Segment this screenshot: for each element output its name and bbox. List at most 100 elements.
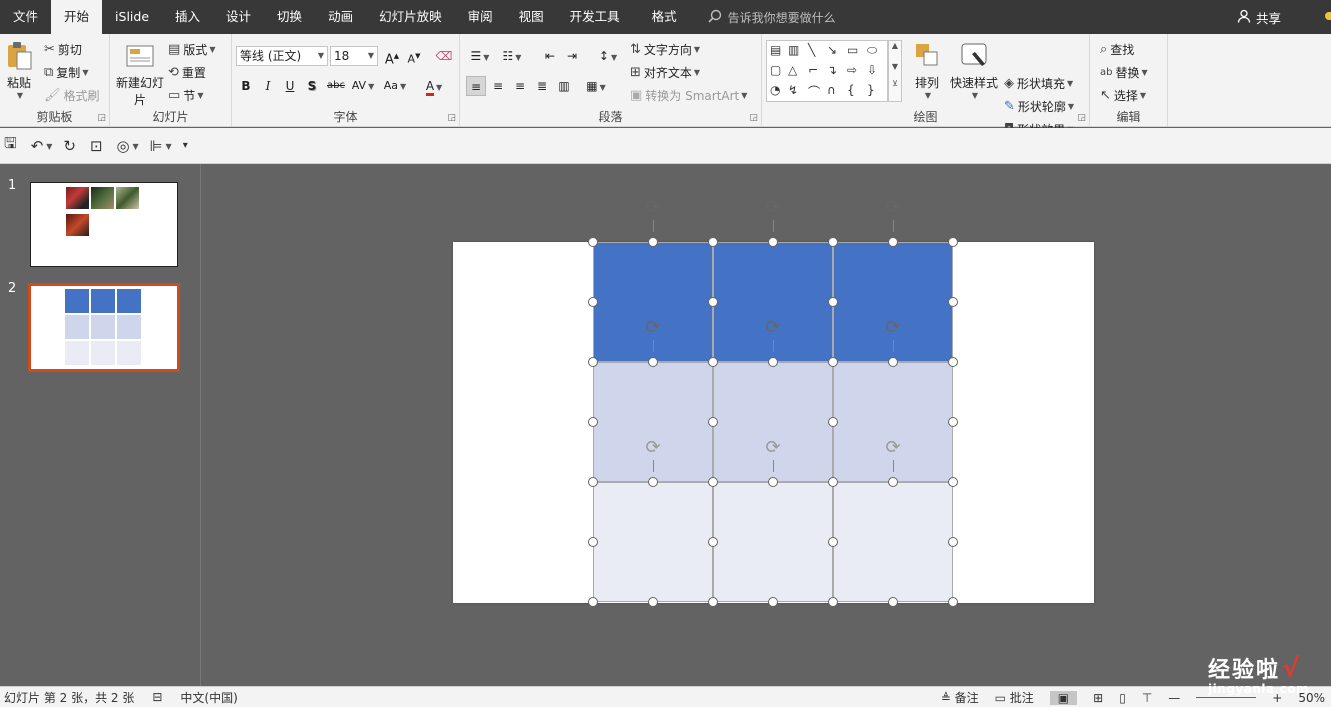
resize-handle[interactable] [648, 477, 658, 487]
tab-developer[interactable]: 开发工具 [557, 0, 633, 34]
rotate-handle-icon[interactable]: ⟳ [762, 317, 784, 339]
resize-handle[interactable] [888, 237, 898, 247]
customize-qat-icon[interactable]: ▾ [183, 140, 188, 151]
align-left-icon[interactable]: ≡ [466, 76, 486, 96]
resize-handle[interactable] [648, 237, 658, 247]
quick-styles-button[interactable]: 快速样式 ▼ [948, 40, 1000, 100]
resize-handle[interactable] [708, 477, 718, 487]
resize-handle[interactable] [948, 477, 958, 487]
clipboard-launcher-icon[interactable]: ◲ [97, 113, 106, 123]
resize-handle[interactable] [768, 357, 778, 367]
slideshow-view-icon[interactable]: ⊤ [1142, 691, 1152, 705]
rotate-handle-icon[interactable]: ⟳ [642, 197, 664, 219]
line-shape-icon[interactable]: ╲ [808, 43, 815, 57]
font-launcher-icon[interactable]: ◲ [447, 113, 456, 123]
resize-handle[interactable] [948, 597, 958, 607]
right-brace-shape-icon[interactable]: } [867, 83, 875, 97]
reading-view-icon[interactable]: ▯ [1119, 691, 1126, 705]
resize-handle[interactable] [828, 237, 838, 247]
bold-button[interactable]: B [236, 76, 256, 96]
grid-rectangle[interactable] [833, 482, 953, 602]
arc-shape-icon[interactable]: ⌒ [808, 83, 820, 100]
notes-button[interactable]: ≜ 备注 [941, 689, 979, 706]
align-right-icon[interactable]: ≡ [510, 76, 530, 96]
resize-handle[interactable] [768, 237, 778, 247]
resize-handle[interactable] [588, 597, 598, 607]
share-button[interactable]: 共享 [1237, 0, 1281, 34]
language-status[interactable]: 中文(中国) [180, 689, 237, 706]
replace-button[interactable]: ab 替换 ▼ [1100, 64, 1148, 81]
layout-button[interactable]: ▤ 版式 ▼ [168, 41, 215, 58]
grid-rectangle[interactable] [713, 482, 833, 602]
paragraph-launcher-icon[interactable]: ◲ [749, 113, 758, 123]
font-size-combo[interactable]: 18 ▼ [330, 46, 378, 66]
gallery-down-icon[interactable]: ▼ [889, 62, 901, 71]
resize-handle[interactable] [948, 237, 958, 247]
tab-file[interactable]: 文件 [0, 0, 51, 34]
vertical-textbox-shape-icon[interactable]: ▥ [788, 43, 799, 57]
slide-sorter-icon[interactable]: ⊞ [1093, 691, 1103, 705]
resize-handle[interactable] [588, 357, 598, 367]
bullets-icon[interactable]: ☰ ▼ [466, 46, 494, 66]
rotate-handle-icon[interactable]: ⟳ [882, 437, 904, 459]
resize-handle[interactable] [828, 477, 838, 487]
align-text-button[interactable]: ⊞ 对齐文本 ▼ [630, 64, 700, 81]
freeform-shape-icon[interactable]: ↯ [788, 83, 798, 97]
left-brace-shape-icon[interactable]: { [847, 83, 855, 97]
resize-handle[interactable] [888, 477, 898, 487]
cut-button[interactable]: ✂ 剪切 [44, 41, 82, 58]
tab-animations[interactable]: 动画 [315, 0, 366, 34]
align-center-icon[interactable]: ≡ [488, 76, 508, 96]
reset-button[interactable]: ⟲ 重置 [168, 64, 206, 81]
tab-slideshow[interactable]: 幻灯片放映 [366, 0, 455, 34]
shrink-font-button[interactable]: A▼ [404, 46, 424, 66]
rotate-handle-icon[interactable]: ⟳ [762, 437, 784, 459]
flowchart-shape-icon[interactable]: ◔ [770, 83, 780, 97]
select-button[interactable]: ↖ 选择 ▼ [1100, 87, 1146, 104]
resize-handle[interactable] [828, 297, 838, 307]
resize-handle[interactable] [828, 417, 838, 427]
resize-handle[interactable] [948, 417, 958, 427]
resize-handle[interactable] [888, 597, 898, 607]
new-slide-button[interactable]: 新建幻灯片 [116, 40, 164, 108]
resize-handle[interactable] [708, 417, 718, 427]
arrow-line-shape-icon[interactable]: ↘ [827, 43, 837, 57]
resize-handle[interactable] [948, 357, 958, 367]
paste-button[interactable]: 粘贴 ▼ [2, 40, 36, 100]
underline-button[interactable]: U [280, 76, 300, 96]
resize-handle[interactable] [708, 357, 718, 367]
resize-handle[interactable] [828, 537, 838, 547]
tab-home[interactable]: 开始 [51, 0, 103, 34]
resize-handle[interactable] [768, 597, 778, 607]
shape-fill-button[interactable]: ◈ 形状填充 ▼ [1004, 75, 1073, 92]
right-arrow-shape-icon[interactable]: ⇨ [847, 63, 857, 77]
increase-indent-icon[interactable]: ⇥ [562, 46, 582, 66]
resize-handle[interactable] [948, 537, 958, 547]
shapes-gallery[interactable]: ▤ ▥ ╲ ↘ ▭ ⬭ ▢ △ ⌐ ↴ ⇨ ⇩ ◔ ↯ ⌒ ∩ { } [766, 40, 888, 102]
elbow-arrow-shape-icon[interactable]: ↴ [827, 63, 837, 77]
save-icon[interactable]: 🖫 [4, 133, 17, 158]
resize-handle[interactable] [888, 357, 898, 367]
rotate-handle-icon[interactable]: ⟳ [882, 197, 904, 219]
resize-handle[interactable] [588, 477, 598, 487]
format-painter-button[interactable]: 🖌 格式刷 [44, 87, 100, 104]
tab-insert[interactable]: 插入 [162, 0, 213, 34]
resize-handle[interactable] [708, 237, 718, 247]
tab-format[interactable]: 格式 [639, 0, 690, 34]
textbox-shape-icon[interactable]: ▤ [770, 43, 781, 57]
resize-handle[interactable] [648, 597, 658, 607]
find-button[interactable]: ⌕ 查找 [1100, 41, 1134, 58]
gallery-more-icon[interactable]: ⊻ [889, 79, 901, 88]
resize-handle[interactable] [708, 297, 718, 307]
distributed-icon[interactable]: ▥ [554, 76, 574, 96]
resize-handle[interactable] [708, 597, 718, 607]
resize-handle[interactable] [588, 237, 598, 247]
resize-handle[interactable] [948, 297, 958, 307]
resize-handle[interactable] [828, 357, 838, 367]
arrange-button[interactable]: 排列 ▼ [908, 40, 946, 100]
grid-rectangle[interactable] [593, 482, 713, 602]
elbow-connector-shape-icon[interactable]: ⌐ [808, 63, 818, 77]
columns-icon[interactable]: ▦ ▼ [582, 76, 610, 96]
line-spacing-icon[interactable]: ↕ ▼ [594, 46, 622, 66]
triangle-shape-icon[interactable]: △ [788, 63, 797, 77]
